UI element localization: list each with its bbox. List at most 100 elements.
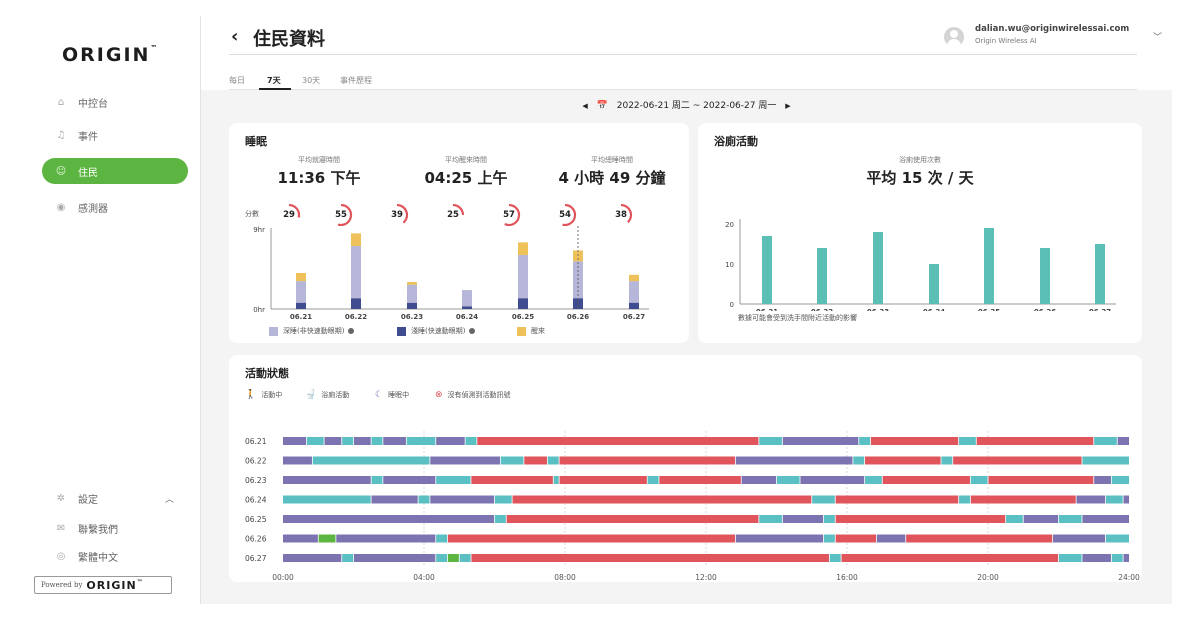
activity-segment[interactable]	[1058, 554, 1083, 562]
activity-segment[interactable]	[958, 437, 977, 445]
bathroom-bar[interactable]	[1040, 248, 1050, 304]
activity-segment[interactable]	[283, 476, 372, 484]
activity-segment[interactable]	[1111, 476, 1129, 484]
activity-segment[interactable]	[835, 534, 877, 543]
activity-segment[interactable]	[283, 534, 319, 543]
sidebar-item-events[interactable]: ♫ 事件	[42, 122, 188, 148]
sleep-bar-segment[interactable]	[351, 246, 361, 299]
activity-segment[interactable]	[1082, 554, 1112, 562]
activity-segment[interactable]	[835, 515, 1006, 523]
activity-segment[interactable]	[341, 437, 354, 445]
sleep-bar-segment[interactable]	[629, 281, 639, 303]
activity-segment[interactable]	[283, 456, 313, 465]
sidebar-item-settings[interactable]: ✲ 設定 ︿	[42, 488, 188, 508]
activity-segment[interactable]	[941, 456, 953, 465]
activity-segment[interactable]	[476, 437, 759, 445]
activity-segment[interactable]	[371, 476, 383, 484]
activity-segment[interactable]	[659, 476, 742, 484]
activity-segment[interactable]	[1005, 515, 1024, 523]
activity-segment[interactable]	[1123, 495, 1129, 504]
activity-segment[interactable]	[559, 476, 648, 484]
sleep-bar-segment[interactable]	[407, 282, 417, 285]
activity-segment[interactable]	[1052, 534, 1106, 543]
bathroom-bar[interactable]	[817, 248, 827, 304]
tab-event-history[interactable]: 事件歷程	[340, 75, 372, 86]
activity-segment[interactable]	[429, 495, 495, 504]
activity-segment[interactable]	[283, 515, 495, 523]
activity-segment[interactable]	[952, 456, 1082, 465]
activity-segment[interactable]	[318, 534, 336, 543]
activity-segment[interactable]	[1082, 515, 1129, 523]
activity-segment[interactable]	[835, 495, 959, 504]
activity-segment[interactable]	[800, 476, 865, 484]
activity-segment[interactable]	[306, 437, 325, 445]
activity-segment[interactable]	[418, 495, 430, 504]
date-range[interactable]: 2022-06-21 周二 ~ 2022-06-27 周一	[617, 101, 777, 111]
activity-segment[interactable]	[976, 437, 1094, 445]
activity-segment[interactable]	[353, 554, 436, 562]
next-arrow-icon[interactable]: ▶	[785, 102, 790, 110]
bathroom-bar[interactable]	[1095, 244, 1105, 304]
activity-segment[interactable]	[782, 515, 824, 523]
activity-segment[interactable]	[970, 495, 1077, 504]
activity-segment[interactable]	[341, 554, 354, 562]
activity-segment[interactable]	[353, 437, 372, 445]
bathroom-bar[interactable]	[984, 228, 994, 304]
activity-segment[interactable]	[823, 534, 836, 543]
sidebar-item-contact[interactable]: ✉ 聯繫我們	[42, 518, 188, 538]
activity-segment[interactable]	[465, 437, 477, 445]
sleep-bar-segment[interactable]	[351, 233, 361, 246]
sleep-bar-segment[interactable]	[462, 290, 472, 307]
activity-segment[interactable]	[1105, 495, 1124, 504]
tab-7-days[interactable]: 7天	[267, 75, 281, 86]
activity-segment[interactable]	[988, 476, 1094, 484]
prev-arrow-icon[interactable]: ◀	[582, 102, 587, 110]
activity-segment[interactable]	[382, 437, 407, 445]
calendar-icon[interactable]: 📅	[597, 101, 608, 111]
activity-segment[interactable]	[471, 554, 830, 562]
activity-segment[interactable]	[547, 456, 560, 465]
activity-segment[interactable]	[1082, 456, 1129, 465]
sleep-bar-segment[interactable]	[296, 302, 306, 309]
activity-segment[interactable]	[435, 476, 471, 484]
sleep-bar-segment[interactable]	[296, 281, 306, 303]
info-icon[interactable]	[348, 328, 355, 334]
activity-segment[interactable]	[870, 437, 959, 445]
tab-daily[interactable]: 每日	[229, 75, 245, 86]
activity-segment[interactable]	[829, 554, 842, 562]
sidebar-item-sensors[interactable]: ◉ 感測器	[42, 194, 188, 220]
sidebar-item-dashboard[interactable]: ⌂ 中控台	[42, 89, 188, 115]
sidebar-item-residents[interactable]: ☺ 住民	[42, 158, 188, 184]
bathroom-bar[interactable]	[762, 236, 772, 304]
activity-segment[interactable]	[735, 456, 853, 465]
activity-segment[interactable]	[1023, 515, 1059, 523]
activity-segment[interactable]	[382, 476, 436, 484]
activity-segment[interactable]	[776, 476, 801, 484]
chevron-down-icon[interactable]: ﹀	[1153, 30, 1162, 43]
sleep-bar-segment[interactable]	[462, 306, 472, 309]
sleep-bar-segment[interactable]	[518, 242, 528, 255]
activity-segment[interactable]	[1076, 495, 1106, 504]
activity-segment[interactable]	[435, 534, 448, 543]
tab-30-days[interactable]: 30天	[302, 75, 320, 86]
activity-segment[interactable]	[823, 515, 836, 523]
sleep-bar-segment[interactable]	[518, 298, 528, 309]
activity-segment[interactable]	[811, 495, 836, 504]
activity-segment[interactable]	[312, 456, 430, 465]
activity-segment[interactable]	[858, 437, 871, 445]
activity-segment[interactable]	[852, 456, 865, 465]
sleep-bar-segment[interactable]	[407, 284, 417, 303]
activity-segment[interactable]	[1058, 515, 1083, 523]
activity-segment[interactable]	[1117, 437, 1129, 445]
activity-segment[interactable]	[1123, 554, 1129, 562]
info-icon[interactable]	[469, 328, 476, 334]
activity-segment[interactable]	[958, 495, 971, 504]
activity-segment[interactable]	[1093, 476, 1112, 484]
activity-segment[interactable]	[447, 534, 736, 543]
activity-segment[interactable]	[1093, 437, 1118, 445]
sleep-bar-segment[interactable]	[351, 298, 361, 309]
activity-segment[interactable]	[506, 515, 759, 523]
activity-segment[interactable]	[371, 437, 383, 445]
activity-segment[interactable]	[559, 456, 736, 465]
activity-segment[interactable]	[494, 495, 513, 504]
